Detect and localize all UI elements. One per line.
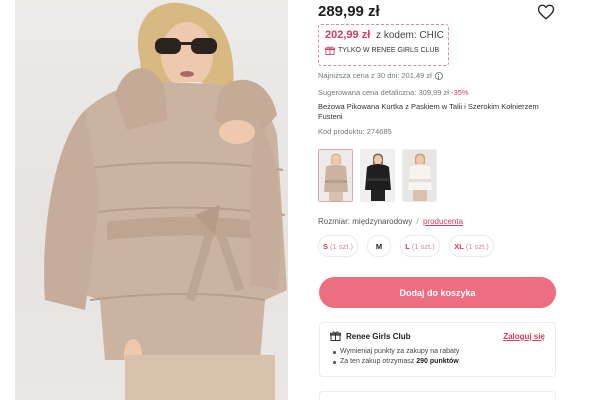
size-options: S (1 szt.) M L (1 szt.) XL (1 szt.) [318, 235, 494, 257]
thumbnail-white-image [403, 150, 436, 201]
club-card: Renee Girls Club Zaloguj się Wymieniaj p… [319, 322, 556, 377]
club-title: Renee Girls Club [346, 331, 411, 341]
product-price: 289,99 zł [318, 3, 380, 20]
club-only-text: TYLKO W RENEE GIRLS CLUB [338, 47, 440, 54]
size-option-label: S [323, 241, 329, 251]
club-benefits-list: Wymieniaj punkty za zakupy na rabaty Za … [330, 347, 545, 367]
wishlist-button[interactable] [537, 3, 555, 21]
size-option-stock: (1 szt.) [330, 241, 353, 251]
club-points-prefix: Za ten zakup otrzymasz [340, 358, 415, 365]
size-option-m[interactable]: M [367, 235, 391, 257]
product-info-panel: 289,99 zł 202,99 zł z kodem: CHIC TYLKO … [318, 0, 558, 400]
product-photo-illustration [44, 2, 287, 400]
size-option-l[interactable]: L (1 szt.) [400, 235, 440, 257]
size-system-producer-link[interactable]: producenta [423, 217, 463, 226]
product-code: Kod produktu: 274685 [318, 127, 392, 136]
thumbnail-beige-image [319, 150, 352, 201]
color-thumbnails [318, 149, 437, 202]
size-option-xl[interactable]: XL (1 szt.) [449, 235, 494, 257]
thumbnail-black[interactable] [360, 149, 395, 202]
size-option-s[interactable]: S (1 szt.) [318, 235, 358, 257]
size-label-text: Rozmiar: [318, 217, 351, 226]
gift-icon [330, 331, 341, 341]
size-option-stock: (1 szt.) [411, 241, 435, 251]
info-icon[interactable] [434, 71, 443, 80]
heart-icon [537, 4, 555, 20]
size-option-label: M [375, 241, 383, 251]
size-system-label: Rozmiar: międzynarodowy / producenta [318, 217, 463, 226]
promo-code-text: z kodem: CHIC [376, 30, 444, 41]
thumbnail-beige[interactable] [318, 149, 353, 202]
discount-badge: -35% [451, 88, 469, 97]
size-option-label: L [405, 241, 410, 251]
suggested-price-text: Sugerowana cena detaliczna: 309,99 zł [318, 88, 449, 97]
promo-code-box: 202,99 zł z kodem: CHIC TYLKO W RENEE GI… [318, 24, 449, 66]
size-option-label: XL [454, 241, 464, 251]
add-to-cart-button[interactable]: Dodaj do koszyka [319, 277, 556, 308]
lowest-price-text: Najniższa cena z 30 dni: 201,49 zł [318, 71, 432, 80]
club-points-value: 290 punktów [416, 358, 459, 365]
thumbnail-white[interactable] [402, 149, 437, 202]
club-benefit-item: Za ten zakup otrzymasz 290 punktów [333, 357, 545, 367]
club-benefit-item: Wymieniaj punkty za zakupy na rabaty [333, 347, 545, 357]
size-system-current[interactable]: międzynarodowy [352, 217, 412, 226]
gift-icon [325, 46, 335, 55]
product-image[interactable] [15, 0, 288, 400]
suggested-price: Sugerowana cena detaliczna: 309,99 zł -3… [318, 88, 469, 97]
thumbnail-black-image [361, 150, 394, 201]
next-section-card [319, 391, 556, 400]
promo-price: 202,99 zł [325, 29, 371, 41]
lowest-price-note: Najniższa cena z 30 dni: 201,49 zł [318, 71, 443, 80]
product-title: Beżowa Pikowana Kurtka z Paskiem w Talii… [318, 102, 539, 121]
size-option-stock: (1 szt.) [465, 241, 489, 251]
size-system-separator: / [416, 217, 419, 226]
club-login-link[interactable]: Zaloguj się [503, 332, 545, 341]
